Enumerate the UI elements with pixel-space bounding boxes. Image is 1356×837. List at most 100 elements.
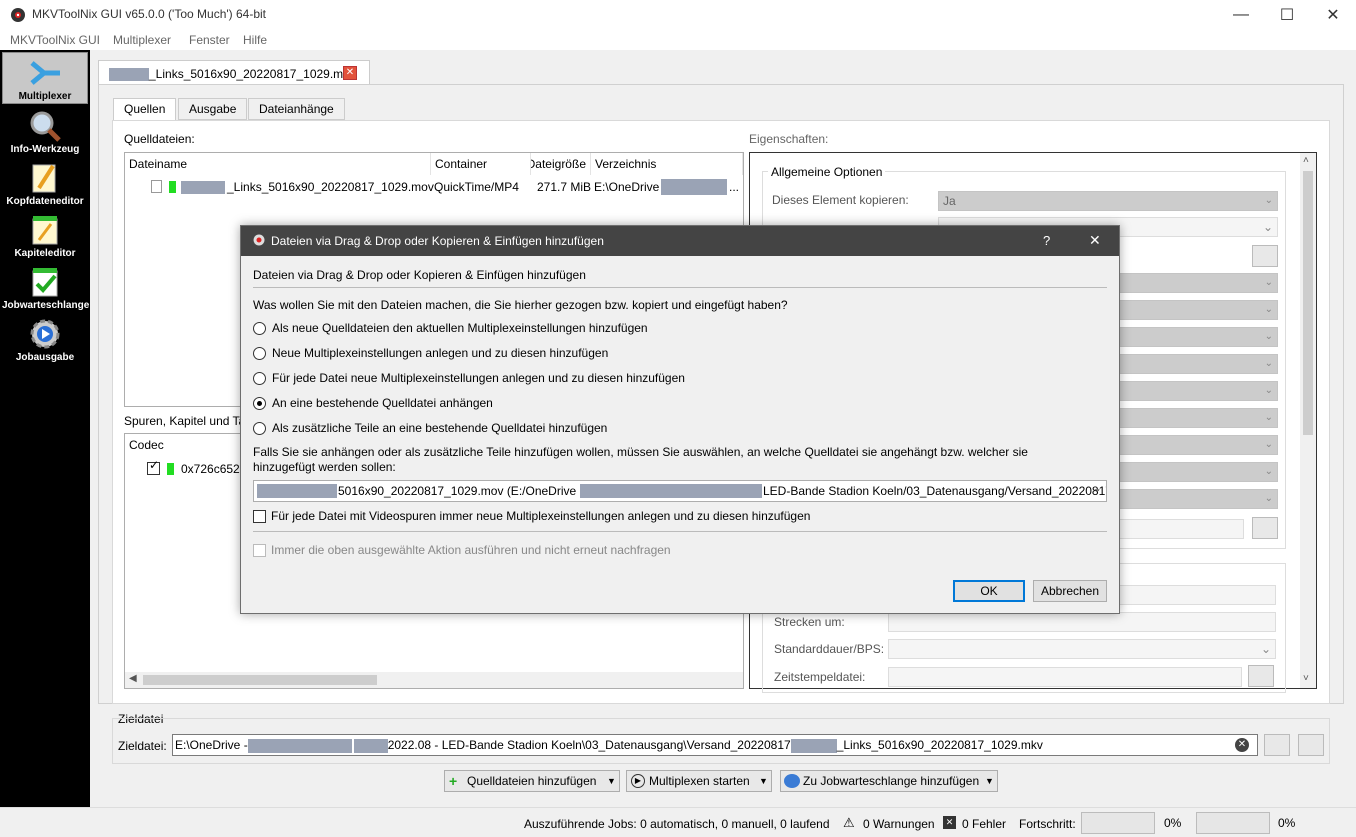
general-options-title: Allgemeine Optionen xyxy=(768,165,886,179)
sidebar-item-job-output[interactable]: Jobausgabe xyxy=(2,314,88,366)
dialog-close-button[interactable]: ✕ xyxy=(1089,232,1101,249)
radio-append[interactable] xyxy=(253,397,266,410)
sidebar-item-job-queue[interactable]: Jobwarteschlange xyxy=(2,262,89,314)
col-directory[interactable]: Verzeichnis xyxy=(591,153,743,175)
plus-icon: + xyxy=(449,773,458,789)
maximize-button[interactable]: ☐ xyxy=(1264,0,1310,30)
redacted-text xyxy=(353,738,388,753)
tracks-label: Spuren, Kapitel und Ta xyxy=(124,414,246,428)
menu-fenster[interactable]: Fenster xyxy=(189,33,230,47)
scrollbar-thumb[interactable] xyxy=(143,675,377,685)
col-container[interactable]: Container xyxy=(431,153,531,175)
vertical-scrollbar[interactable]: ˄ ˅ xyxy=(1300,153,1316,688)
browse-file-button[interactable] xyxy=(1252,517,1278,539)
radio-additional-parts[interactable] xyxy=(253,422,266,435)
checkbox-always[interactable] xyxy=(253,544,266,557)
destination-input[interactable]: E:\OneDrive -2022.08 - LED-Bande Stadion… xyxy=(172,734,1258,756)
dropdown-arrow-icon[interactable]: ▼ xyxy=(607,771,616,791)
option-additional-parts[interactable]: Als zusätzliche Teile an eine bestehende… xyxy=(272,421,607,435)
progress-percent-current: 0% xyxy=(1164,816,1182,830)
app-icon xyxy=(11,8,25,22)
checklist-icon xyxy=(32,268,58,297)
tab-sources[interactable]: Quellen xyxy=(113,98,177,121)
copy-element-label: Dieses Element kopieren: xyxy=(772,193,909,207)
add-sources-button[interactable]: + Quelldateien hinzufügen ▼ xyxy=(444,770,620,792)
redacted-text xyxy=(181,181,225,194)
timestamp-file-input[interactable] xyxy=(888,667,1242,687)
col-filesize[interactable]: Dateigröße xyxy=(531,153,591,175)
magnifier-icon xyxy=(30,111,61,142)
menu-mkvtoolnix[interactable]: MKVToolNix GUI xyxy=(10,33,100,47)
destination-label: Zieldatei: xyxy=(118,739,167,753)
sources-label: Quelldateien: xyxy=(124,132,195,146)
option-new-settings-each[interactable]: Für jede Datei neue Multiplexeinstellung… xyxy=(272,371,685,385)
option-new-settings[interactable]: Neue Multiplexeinstellungen anlegen und … xyxy=(272,346,608,360)
edit-button[interactable] xyxy=(1252,245,1278,267)
jobs-status: Auszuführende Jobs: 0 automatisch, 0 man… xyxy=(524,817,830,831)
dropdown-arrow-icon[interactable]: ▼ xyxy=(985,771,994,791)
default-duration-select[interactable]: ⌄ xyxy=(888,639,1276,659)
chapter-notepad-icon xyxy=(32,216,58,245)
progress-percent-total: 0% xyxy=(1278,816,1296,830)
option-append[interactable]: An eine bestehende Quelldatei anhängen xyxy=(272,396,493,410)
start-multiplex-button[interactable]: ▶ Multiplexen starten ▼ xyxy=(626,770,772,792)
sidebar-item-chapter-editor[interactable]: Kapiteleditor xyxy=(2,210,88,262)
redacted-text xyxy=(580,484,762,498)
ok-button[interactable]: OK xyxy=(953,580,1025,602)
multiplexer-icon xyxy=(30,61,60,85)
play-icon: ▶ xyxy=(631,774,645,788)
sidebar-item-info[interactable]: Info-Werkzeug xyxy=(2,106,88,158)
browse-destination-button[interactable] xyxy=(1264,734,1290,756)
dropdown-arrow-icon[interactable]: ▼ xyxy=(759,771,768,791)
source-directory: E:\OneDrive - xyxy=(594,180,667,194)
stretch-input[interactable] xyxy=(888,612,1276,632)
radio-new-settings-each[interactable] xyxy=(253,372,266,385)
option-always[interactable]: Immer die oben ausgewählte Aktion ausfüh… xyxy=(271,543,671,557)
option-add-to-current[interactable]: Als neue Quelldateien den aktuellen Mult… xyxy=(272,321,648,335)
tab-attachments[interactable]: Dateianhänge xyxy=(248,98,345,120)
errors-count[interactable]: 0 Fehler xyxy=(962,817,1006,831)
checkbox-video-new-settings[interactable] xyxy=(253,510,266,523)
redacted-text xyxy=(661,179,727,195)
close-window-button[interactable]: ✕ xyxy=(1310,0,1356,30)
clear-icon[interactable]: ✕ xyxy=(1235,738,1249,752)
option-video-new-settings[interactable]: Für jede Datei mit Videospuren immer neu… xyxy=(271,509,810,523)
properties-label: Eigenschaften: xyxy=(749,132,829,146)
col-filename[interactable]: Dateiname xyxy=(125,153,431,175)
close-tab-icon[interactable]: ✕ xyxy=(343,66,357,80)
menu-bar: MKVToolNix GUI Multiplexer Fenster Hilfe xyxy=(0,30,1356,50)
radio-add-to-current[interactable] xyxy=(253,322,266,335)
minimize-button[interactable]: — xyxy=(1218,0,1264,30)
col-codec[interactable]: Codec xyxy=(125,434,245,456)
scroll-left-icon[interactable]: ◀ xyxy=(129,673,137,684)
menu-multiplexer[interactable]: Multiplexer xyxy=(113,33,171,47)
queue-icon xyxy=(784,774,800,788)
table-row[interactable]: _Links_5016x90_20220817_1029.mov QuickTi… xyxy=(125,177,743,197)
sidebar-item-header-editor[interactable]: Kopfdateneditor xyxy=(2,158,88,210)
app-icon xyxy=(253,234,265,246)
sidebar-item-multiplexer[interactable]: Multiplexer xyxy=(2,52,88,104)
browse-timestamp-button[interactable] xyxy=(1248,665,1274,687)
redacted-text xyxy=(257,484,337,498)
target-file-select[interactable]: 5016x90_20220817_1029.mov (E:/OneDrive -… xyxy=(253,480,1107,502)
cancel-button[interactable]: Abbrechen xyxy=(1033,580,1107,602)
chevron-down-icon: ⌄ xyxy=(1092,481,1103,495)
tab-output[interactable]: Ausgabe xyxy=(178,98,248,120)
horizontal-scrollbar[interactable]: ◀ xyxy=(125,672,743,688)
add-to-queue-button[interactable]: Zu Jobwarteschlange hinzufügen ▼ xyxy=(780,770,998,792)
status-green-marker xyxy=(169,181,176,193)
dialog-title-bar: Dateien via Drag & Drop oder Kopieren & … xyxy=(241,226,1119,256)
title-bar: MKVToolNix GUI v65.0.0 ('Too Much') 64-b… xyxy=(0,0,1356,30)
checkmark-icon: ✓ xyxy=(149,458,160,472)
copy-element-select[interactable]: Ja ⌄ xyxy=(938,191,1278,211)
scroll-down-icon[interactable]: ˅ xyxy=(1303,673,1309,684)
help-button[interactable]: ? xyxy=(1043,233,1050,248)
scrollbar-thumb[interactable] xyxy=(1303,171,1313,435)
document-tab[interactable]: _Links_5016x90_20220817_1029.mkv ✕ xyxy=(98,60,370,85)
warnings-count[interactable]: 0 Warnungen xyxy=(863,817,935,831)
radio-new-settings[interactable] xyxy=(253,347,266,360)
error-icon: ✕ xyxy=(943,816,956,829)
menu-hilfe[interactable]: Hilfe xyxy=(243,33,267,47)
previous-destinations-button[interactable] xyxy=(1298,734,1324,756)
scroll-up-icon[interactable]: ˄ xyxy=(1303,155,1309,166)
